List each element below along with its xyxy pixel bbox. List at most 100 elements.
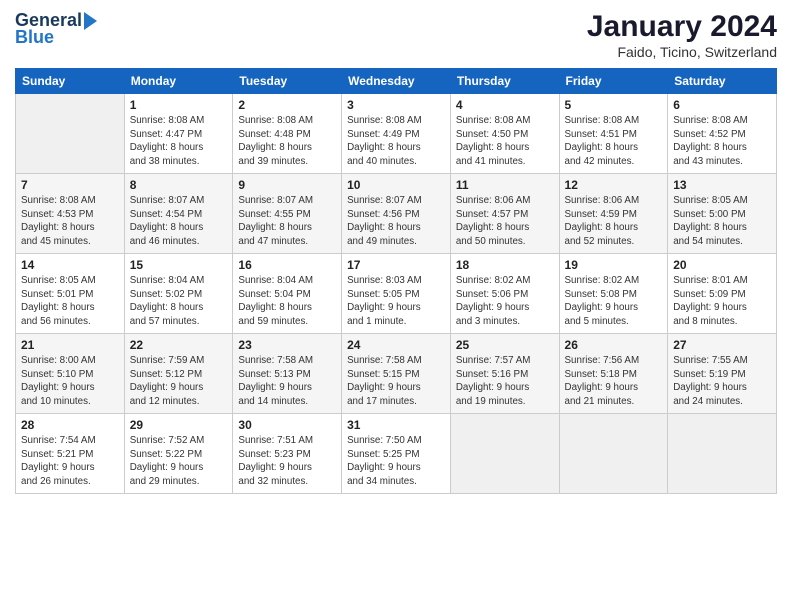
calendar-day-13: 13 Sunrise: 8:05 AMSunset: 5:00 PMDayligh… xyxy=(668,174,777,254)
day-info: Sunrise: 7:58 AMSunset: 5:15 PMDaylight:… xyxy=(347,354,445,409)
day-number: 18 xyxy=(456,258,554,272)
calendar-day-2: 2Sunrise: 8:08 AMSunset: 4:48 PMDaylight… xyxy=(233,94,342,174)
day-info: Sunrise: 7:59 AMSunset: 5:12 PMDaylight:… xyxy=(130,354,228,409)
day-info: Sunrise: 7:51 AMSunset: 5:23 PMDaylight:… xyxy=(238,434,336,489)
day-info: Sunrise: 8:08 AMSunset: 4:50 PMDaylight:… xyxy=(456,114,554,169)
day-info: Sunrise: 7:54 AMSunset: 5:21 PMDaylight:… xyxy=(21,434,119,489)
day-number: 19 xyxy=(565,258,663,272)
page-container: General Blue January 2024 Faido, Ticino,… xyxy=(0,0,792,612)
day-info: Sunrise: 8:02 AMSunset: 5:08 PMDaylight:… xyxy=(565,274,663,329)
calendar-empty-cell xyxy=(559,414,668,494)
logo: General Blue xyxy=(15,10,97,48)
day-number: 26 xyxy=(565,338,663,352)
day-number: 22 xyxy=(130,338,228,352)
day-number: 17 xyxy=(347,258,445,272)
day-number: 2 xyxy=(238,98,336,112)
day-number: 1 xyxy=(130,98,228,112)
day-number: 4 xyxy=(456,98,554,112)
calendar-header-friday: Friday xyxy=(559,69,668,94)
day-number: 5 xyxy=(565,98,663,112)
day-info: Sunrise: 8:06 AMSunset: 4:57 PMDaylight:… xyxy=(456,194,554,249)
day-info: Sunrise: 8:03 AMSunset: 5:05 PMDaylight:… xyxy=(347,274,445,329)
day-info: Sunrise: 8:05 AMSunset: 5:01 PMDaylight:… xyxy=(21,274,119,329)
calendar-header-sunday: Sunday xyxy=(16,69,125,94)
day-number: 20 xyxy=(673,258,771,272)
calendar-day-22: 22 Sunrise: 7:59 AMSunset: 5:12 PMDayligh… xyxy=(124,334,233,414)
calendar-day-30: 30Sunrise: 7:51 AMSunset: 5:23 PMDayligh… xyxy=(233,414,342,494)
day-info: Sunrise: 7:56 AMSunset: 5:18 PMDaylight:… xyxy=(565,354,663,409)
day-number: 27 xyxy=(673,338,771,352)
calendar-day-26: 26 Sunrise: 7:56 AMSunset: 5:18 PMDayligh… xyxy=(559,334,668,414)
day-number: 14 xyxy=(21,258,119,272)
calendar-day-17: 17 Sunrise: 8:03 AMSunset: 5:05 PMDayligh… xyxy=(342,254,451,334)
calendar-header-thursday: Thursday xyxy=(450,69,559,94)
calendar-table: SundayMondayTuesdayWednesdayThursdayFrid… xyxy=(15,68,777,494)
day-info: Sunrise: 7:58 AMSunset: 5:13 PMDaylight:… xyxy=(238,354,336,409)
calendar-header-monday: Monday xyxy=(124,69,233,94)
day-info: Sunrise: 7:55 AMSunset: 5:19 PMDaylight:… xyxy=(673,354,771,409)
day-info: Sunrise: 8:00 AMSunset: 5:10 PMDaylight:… xyxy=(21,354,119,409)
calendar-day-12: 12 Sunrise: 8:06 AMSunset: 4:59 PMDayligh… xyxy=(559,174,668,254)
day-info: Sunrise: 8:01 AMSunset: 5:09 PMDaylight:… xyxy=(673,274,771,329)
calendar-day-1: 1 Sunrise: 8:08 AMSunset: 4:47 PMDaylight… xyxy=(124,94,233,174)
day-number: 3 xyxy=(347,98,445,112)
calendar-day-29: 29 Sunrise: 7:52 AMSunset: 5:22 PMDayligh… xyxy=(124,414,233,494)
logo-blue-text: Blue xyxy=(15,27,54,48)
calendar-day-6: 6 Sunrise: 8:08 AMSunset: 4:52 PMDaylight… xyxy=(668,94,777,174)
calendar-day-28: 28 Sunrise: 7:54 AMSunset: 5:21 PMDayligh… xyxy=(16,414,125,494)
day-number: 29 xyxy=(130,418,228,432)
location: Faido, Ticino, Switzerland xyxy=(587,44,777,60)
day-info: Sunrise: 8:08 AMSunset: 4:49 PMDaylight:… xyxy=(347,114,445,169)
calendar-day-31: 31Sunrise: 7:50 AMSunset: 5:25 PMDayligh… xyxy=(342,414,451,494)
logo-arrow-icon xyxy=(84,12,97,30)
day-number: 6 xyxy=(673,98,771,112)
header: General Blue January 2024 Faido, Ticino,… xyxy=(15,10,777,60)
day-number: 23 xyxy=(238,338,336,352)
calendar-day-5: 5 Sunrise: 8:08 AMSunset: 4:51 PMDaylight… xyxy=(559,94,668,174)
day-number: 16 xyxy=(238,258,336,272)
day-number: 9 xyxy=(238,178,336,192)
calendar-header-saturday: Saturday xyxy=(668,69,777,94)
calendar-week-row: 7 Sunrise: 8:08 AMSunset: 4:53 PMDaylight… xyxy=(16,174,777,254)
day-info: Sunrise: 8:04 AMSunset: 5:04 PMDaylight:… xyxy=(238,274,336,329)
day-info: Sunrise: 8:08 AMSunset: 4:51 PMDaylight:… xyxy=(565,114,663,169)
title-section: January 2024 Faido, Ticino, Switzerland xyxy=(587,10,777,60)
calendar-day-9: 9 Sunrise: 8:07 AMSunset: 4:55 PMDaylight… xyxy=(233,174,342,254)
calendar-day-19: 19 Sunrise: 8:02 AMSunset: 5:08 PMDayligh… xyxy=(559,254,668,334)
day-info: Sunrise: 7:52 AMSunset: 5:22 PMDaylight:… xyxy=(130,434,228,489)
calendar-day-20: 20 Sunrise: 8:01 AMSunset: 5:09 PMDayligh… xyxy=(668,254,777,334)
day-info: Sunrise: 8:08 AMSunset: 4:53 PMDaylight:… xyxy=(21,194,119,249)
calendar-day-7: 7 Sunrise: 8:08 AMSunset: 4:53 PMDaylight… xyxy=(16,174,125,254)
calendar-day-18: 18 Sunrise: 8:02 AMSunset: 5:06 PMDayligh… xyxy=(450,254,559,334)
calendar-day-3: 3 Sunrise: 8:08 AMSunset: 4:49 PMDaylight… xyxy=(342,94,451,174)
day-number: 8 xyxy=(130,178,228,192)
calendar-day-8: 8Sunrise: 8:07 AMSunset: 4:54 PMDaylight… xyxy=(124,174,233,254)
day-number: 28 xyxy=(21,418,119,432)
day-info: Sunrise: 8:05 AMSunset: 5:00 PMDaylight:… xyxy=(673,194,771,249)
day-info: Sunrise: 7:57 AMSunset: 5:16 PMDaylight:… xyxy=(456,354,554,409)
calendar-empty-cell xyxy=(668,414,777,494)
calendar-day-21: 21Sunrise: 8:00 AMSunset: 5:10 PMDayligh… xyxy=(16,334,125,414)
day-number: 12 xyxy=(565,178,663,192)
calendar-header-wednesday: Wednesday xyxy=(342,69,451,94)
calendar-week-row: 28 Sunrise: 7:54 AMSunset: 5:21 PMDayligh… xyxy=(16,414,777,494)
day-info: Sunrise: 8:08 AMSunset: 4:52 PMDaylight:… xyxy=(673,114,771,169)
day-number: 7 xyxy=(21,178,119,192)
day-info: Sunrise: 8:07 AMSunset: 4:55 PMDaylight:… xyxy=(238,194,336,249)
calendar-header-tuesday: Tuesday xyxy=(233,69,342,94)
calendar-day-23: 23 Sunrise: 7:58 AMSunset: 5:13 PMDayligh… xyxy=(233,334,342,414)
calendar-day-4: 4 Sunrise: 8:08 AMSunset: 4:50 PMDaylight… xyxy=(450,94,559,174)
calendar-week-row: 14 Sunrise: 8:05 AMSunset: 5:01 PMDayligh… xyxy=(16,254,777,334)
day-info: Sunrise: 8:06 AMSunset: 4:59 PMDaylight:… xyxy=(565,194,663,249)
day-number: 13 xyxy=(673,178,771,192)
calendar-day-10: 10Sunrise: 8:07 AMSunset: 4:56 PMDayligh… xyxy=(342,174,451,254)
calendar-day-25: 25Sunrise: 7:57 AMSunset: 5:16 PMDayligh… xyxy=(450,334,559,414)
calendar-week-row: 1 Sunrise: 8:08 AMSunset: 4:47 PMDaylight… xyxy=(16,94,777,174)
day-info: Sunrise: 8:07 AMSunset: 4:56 PMDaylight:… xyxy=(347,194,445,249)
calendar-day-11: 11Sunrise: 8:06 AMSunset: 4:57 PMDayligh… xyxy=(450,174,559,254)
calendar-day-24: 24Sunrise: 7:58 AMSunset: 5:15 PMDayligh… xyxy=(342,334,451,414)
day-info: Sunrise: 8:02 AMSunset: 5:06 PMDaylight:… xyxy=(456,274,554,329)
day-info: Sunrise: 8:08 AMSunset: 4:47 PMDaylight:… xyxy=(130,114,228,169)
month-title: January 2024 xyxy=(587,10,777,44)
day-info: Sunrise: 7:50 AMSunset: 5:25 PMDaylight:… xyxy=(347,434,445,489)
